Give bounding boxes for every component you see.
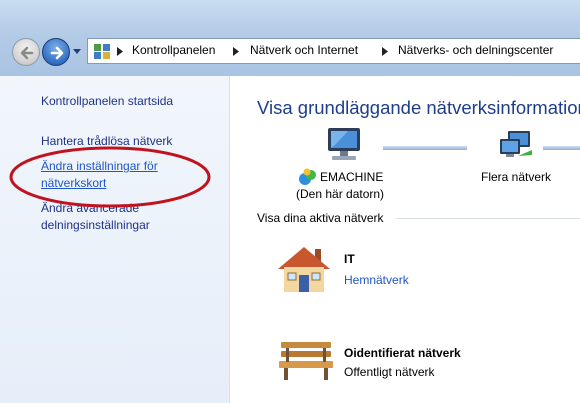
homegroup-icon <box>299 168 316 185</box>
network-type-link[interactable]: Hemnätverk <box>344 273 409 287</box>
breadcrumb-network-internet[interactable]: Nätverk och Internet <box>250 43 358 57</box>
main-content: Visa grundläggande nätverksinformation o… <box>231 76 580 403</box>
address-bar[interactable]: Kontrollpanelen Nätverk och Internet Nät… <box>87 38 580 64</box>
breadcrumb-control-panel[interactable]: Kontrollpanelen <box>132 43 215 57</box>
back-button[interactable] <box>12 38 40 66</box>
page-title: Visa grundläggande nätverksinformation o <box>257 97 580 118</box>
breadcrumb-separator-icon[interactable] <box>117 47 123 56</box>
tasks-pane: Kontrollpanelen startsida Hantera trådlö… <box>0 76 230 403</box>
breadcrumb-network-sharing-center[interactable]: Nätverks- och delningscenter <box>398 43 553 57</box>
back-arrow-icon <box>20 46 34 60</box>
advanced-sharing-settings-link-line2[interactable]: delningsinställningar <box>41 217 150 233</box>
network-name: IT <box>344 252 355 266</box>
home-network-icon <box>278 247 330 292</box>
network-type: Offentligt nätverk <box>344 365 435 379</box>
forward-button[interactable] <box>42 38 70 66</box>
network-connection-line <box>383 146 467 150</box>
recent-pages-chevron-down-icon[interactable] <box>72 48 82 55</box>
computer-subtitle: (Den här datorn) <box>296 187 385 201</box>
multiple-networks-icon <box>500 131 532 157</box>
breadcrumb-separator-icon[interactable] <box>233 47 239 56</box>
breadcrumb-separator-icon[interactable] <box>382 47 388 56</box>
address-toolbar: Kontrollpanelen Nätverk och Internet Nät… <box>0 0 580 76</box>
computer-icon <box>328 128 360 160</box>
public-network-bench-icon <box>279 342 333 380</box>
section-divider <box>397 218 580 219</box>
control-panel-icon <box>94 44 110 59</box>
multiple-networks-label: Flera nätverk <box>481 170 552 184</box>
active-networks-heading: Visa dina aktiva nätverk <box>257 211 384 225</box>
forward-arrow-icon <box>50 46 64 60</box>
network-connection-line-2 <box>543 146 580 150</box>
highlight-ellipse <box>9 146 211 208</box>
computer-name: EMACHINE <box>320 170 384 184</box>
network-name: Oidentifierat nätverk <box>344 346 461 360</box>
control-panel-home-link[interactable]: Kontrollpanelen startsida <box>41 93 173 109</box>
